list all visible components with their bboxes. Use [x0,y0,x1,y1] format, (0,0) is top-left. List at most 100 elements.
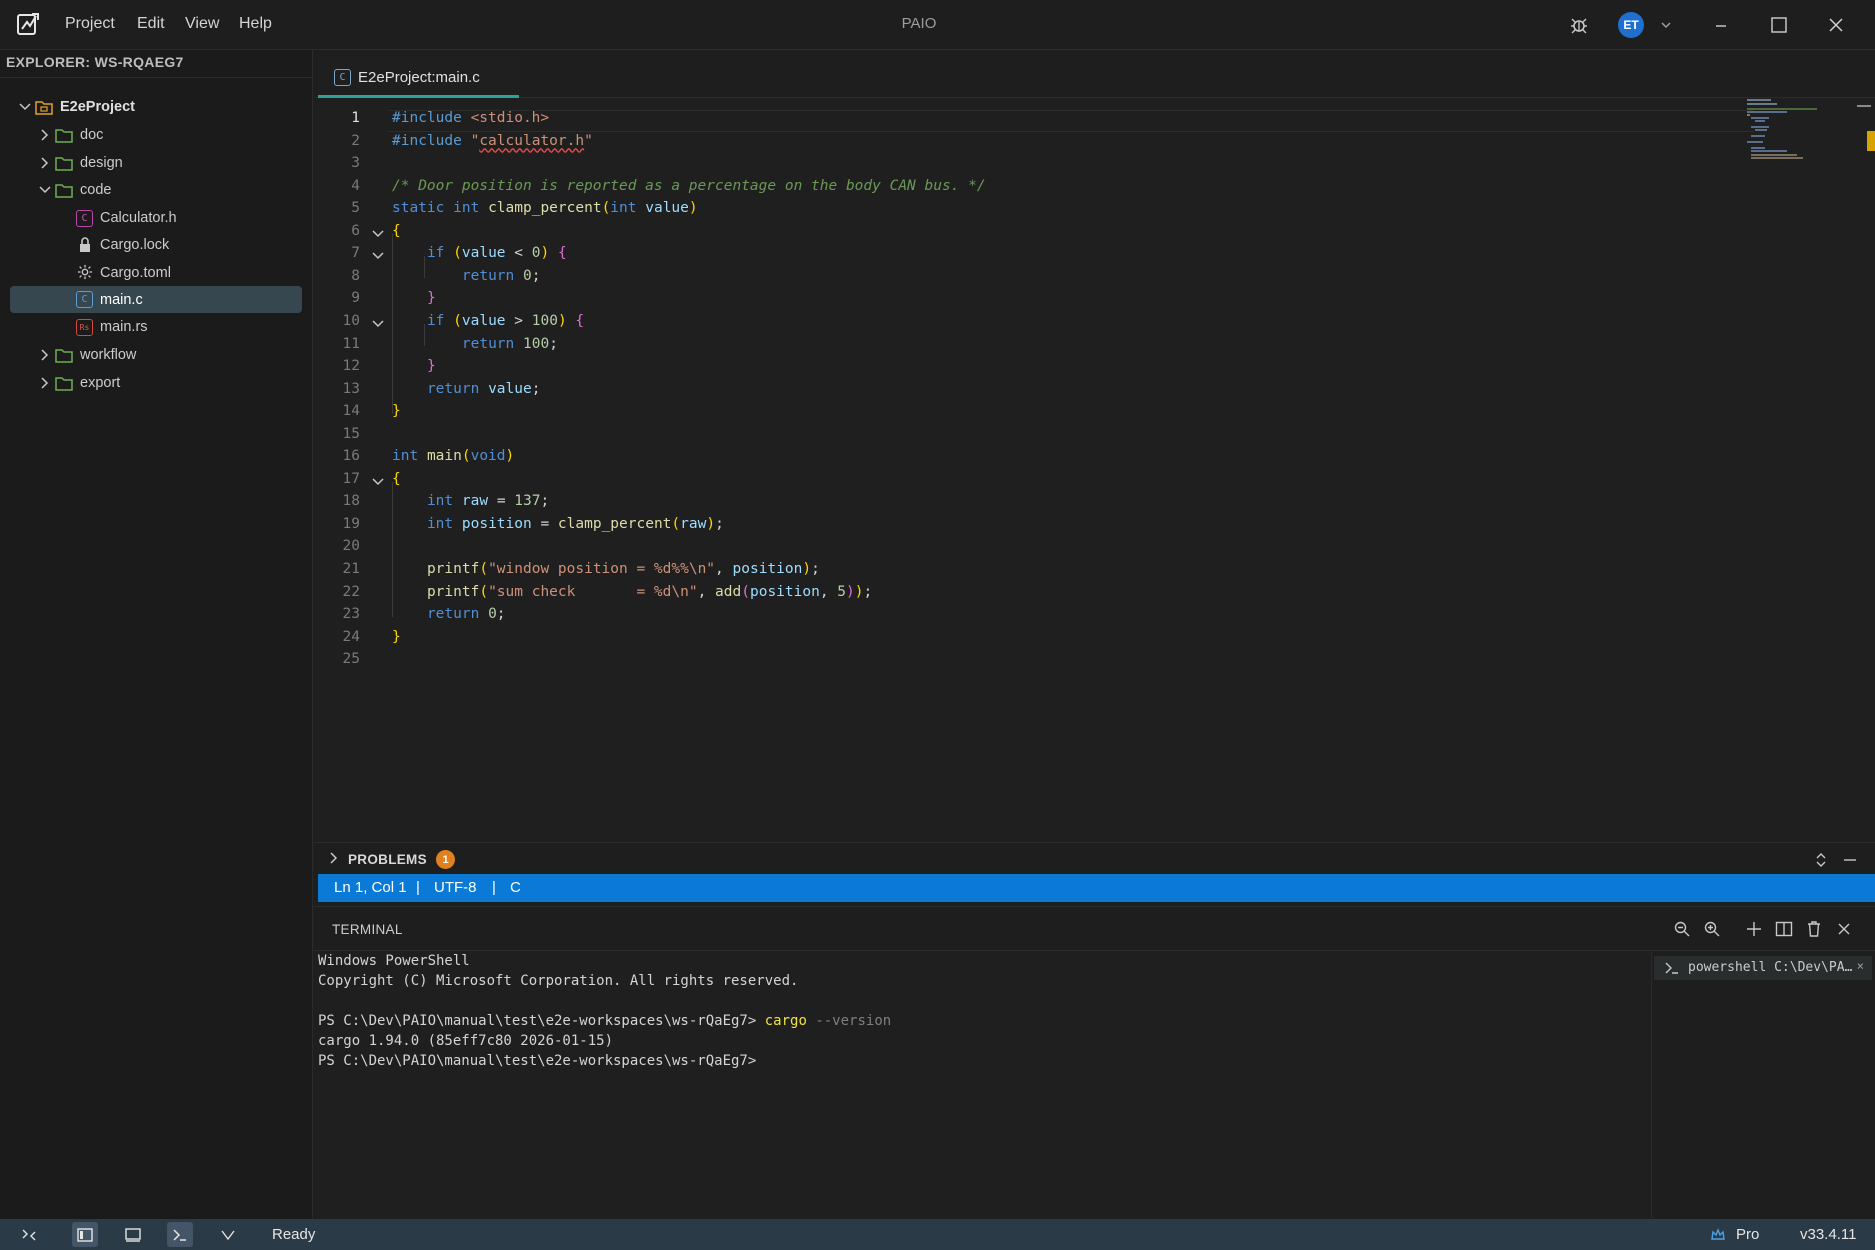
title-bar: Project Edit View Help PAIO ET [0,0,1875,50]
code-line[interactable]: 8 return 0; [314,268,1754,291]
language-label[interactable]: C [510,879,521,896]
tree-label: main.rs [100,319,148,335]
plan-label[interactable]: Pro [1736,1226,1759,1243]
chevron-down-icon[interactable] [215,1222,241,1247]
tree-item-design[interactable]: design [10,150,302,176]
tree-item-workflow[interactable]: workflow [10,342,302,368]
fold-chevron-icon[interactable] [371,475,385,489]
chevron-right-icon [41,377,49,389]
remote-icon[interactable] [16,1222,42,1247]
close-icon[interactable] [1821,10,1851,40]
terminal-title[interactable]: TERMINAL [332,922,403,937]
terminal-prompt: PS C:\Dev\PAIO\manual\test\e2e-workspace… [318,1013,765,1029]
fold-chevron-icon[interactable] [371,317,385,331]
terminal-toggle-icon[interactable] [167,1222,193,1247]
line-number: 5 [351,200,360,217]
code-line[interactable]: 21 printf("window position = %d%%\n", po… [314,561,1754,584]
fold-chevron-icon[interactable] [371,249,385,263]
explorer-title: EXPLORER: WS-RQAEG7 [6,54,184,70]
tree-item-code[interactable]: code [10,177,302,203]
tree-item-export[interactable]: export [10,370,302,396]
toggle-panel-icon[interactable] [120,1222,146,1247]
chevron-down-icon [39,186,51,194]
code-line[interactable]: 23 return 0; [314,606,1754,629]
trash-icon[interactable] [1802,917,1826,941]
tab-main-c[interactable]: C E2eProject:main.c [318,56,519,98]
code-line[interactable]: 2 #include "calculator.h" [314,133,1754,156]
minimap[interactable] [1747,99,1857,159]
code-line[interactable]: 18 int raw = 137; [314,493,1754,516]
crown-icon [1711,1228,1725,1240]
cursor-position[interactable]: Ln 1, Col 1 [334,879,407,896]
folder-icon [55,157,73,171]
code-editor[interactable]: 1 #include <stdio.h> 2 #include "calculator… [314,99,1875,841]
debug-icon[interactable] [1564,10,1594,40]
code-line[interactable]: 19 int position = clamp_percent(raw); [314,516,1754,539]
code-line[interactable]: 6{ [314,223,1754,246]
code-line[interactable]: 5 static int clamp_percent(int value) [314,200,1754,223]
separator: | [416,879,420,896]
code-line[interactable]: 10 if (value > 100) { [314,313,1754,336]
code-line[interactable]: 1 #include <stdio.h> [314,110,1754,133]
problems-panel-header[interactable]: PROBLEMS 1 [314,842,1875,874]
scrollbar-overview[interactable] [1857,105,1871,107]
tree-item-e2eproject[interactable]: E2eProject [10,94,302,120]
code-line[interactable]: 15 [314,426,1754,449]
user-avatar[interactable]: ET [1618,12,1644,38]
code-line[interactable]: 12 } [314,358,1754,381]
code-line[interactable]: 14} [314,403,1754,426]
code-line[interactable]: 22 printf("sum check = %d\n", add(positi… [314,584,1754,607]
folder-open-icon [55,184,73,198]
fold-chevron-icon[interactable] [371,227,385,241]
encoding-label[interactable]: UTF-8 [434,879,477,896]
maximize-icon[interactable] [1764,10,1794,40]
tree-item-calculator-h[interactable]: C Calculator.h [10,205,302,231]
zoom-in-icon[interactable] [1700,917,1724,941]
code-text: int main(void) [392,448,515,465]
plus-icon[interactable] [1742,917,1766,941]
chevron-right-icon[interactable] [328,852,340,864]
code-line[interactable]: 16 int main(void) [314,448,1754,471]
code-text: return value; [426,380,541,397]
lock-icon [80,237,90,252]
code-line[interactable]: 24} [314,629,1754,652]
toggle-sidebar-icon[interactable] [72,1222,98,1247]
tree-item-main-rs[interactable]: Rs main.rs [10,314,302,340]
tree-item-cargo-toml[interactable]: Cargo.toml [10,260,302,286]
tree-label: export [80,375,121,391]
code-text: } [392,628,401,645]
code-line[interactable]: 3 [314,155,1754,178]
code-line[interactable]: 13 return value; [314,381,1754,404]
line-number: 6 [351,222,360,239]
tree-item-main-c[interactable]: C main.c [10,286,302,313]
tree-item-cargo-lock[interactable]: Cargo.lock [10,232,302,258]
tree-label: E2eProject [60,99,135,115]
terminal-argument: --version [806,1013,892,1029]
chevron-right-icon [41,349,49,361]
line-number: 2 [351,132,360,149]
zoom-out-icon[interactable] [1670,917,1694,941]
terminal-output[interactable]: Windows PowerShell Copyright (C) Microso… [314,952,1651,1218]
project-folder-icon [35,101,53,115]
terminal-session-item[interactable]: powershell C:\Dev\PA… × [1654,956,1872,980]
line-number: 9 [351,290,360,307]
session-close-icon[interactable]: × [1857,959,1864,973]
split-icon[interactable] [1772,917,1796,941]
minimize-icon[interactable] [1706,10,1736,40]
code-line[interactable]: 7 if (value < 0) { [314,245,1754,268]
tree-label: Cargo.toml [100,265,171,281]
code-text: return 0; [461,267,541,284]
warning-scroll-marker[interactable] [1867,131,1875,151]
code-line[interactable]: 25 [314,651,1754,674]
close-icon[interactable] [1832,917,1856,941]
code-line[interactable]: 4 /* Door position is reported as a perce… [314,178,1754,201]
expand-collapse-icon[interactable] [1812,851,1830,869]
code-line[interactable]: 20 [314,538,1754,561]
chevron-down-icon[interactable] [1651,10,1681,40]
code-line[interactable]: 11 return 100; [314,336,1754,359]
code-line[interactable]: 17 { [314,471,1754,494]
tree-item-doc[interactable]: doc [10,122,302,148]
minimize-panel-icon[interactable] [1841,851,1859,869]
terminal-command: cargo [764,1013,807,1029]
code-line[interactable]: 9 } [314,290,1754,313]
